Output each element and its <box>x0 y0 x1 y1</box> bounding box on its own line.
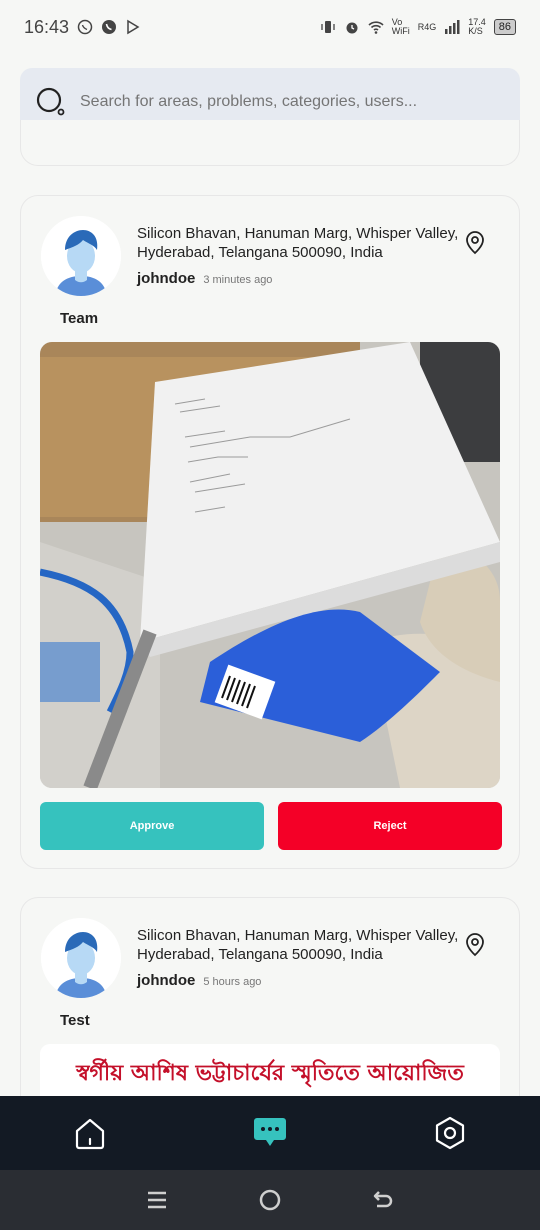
status-bar: 16:43 Vo WiFi R4G 17.4 K/S 86 <box>0 0 540 54</box>
author-row: johndoe 5 hours ago <box>137 972 261 989</box>
nav-chat[interactable] <box>250 1113 290 1153</box>
settings-icon <box>435 1116 465 1150</box>
bottom-nav <box>0 1096 540 1170</box>
chat-icon <box>254 1118 286 1146</box>
alarm-icon <box>346 22 358 34</box>
network-speed: 17.4 K/S <box>468 18 486 36</box>
status-right: Vo WiFi R4G 17.4 K/S 86 <box>320 18 516 36</box>
play-store-icon <box>127 19 140 35</box>
location-pin-icon[interactable] <box>463 230 487 256</box>
recent-apps-icon[interactable] <box>145 1188 169 1212</box>
post-address: Silicon Bhavan, Hanuman Marg, Whisper Va… <box>137 225 459 261</box>
vibrate-icon <box>321 21 335 33</box>
post-time: 5 hours ago <box>203 976 262 988</box>
post-address: Silicon Bhavan, Hanuman Marg, Whisper Va… <box>137 927 459 963</box>
search-icon <box>36 87 65 116</box>
reject-button[interactable]: Reject <box>278 802 502 850</box>
status-left: 16:43 <box>24 17 141 38</box>
whatsapp-icon <box>77 19 93 35</box>
location-pin-icon[interactable] <box>463 932 487 958</box>
back-icon[interactable] <box>371 1188 395 1212</box>
battery-indicator: 86 <box>493 19 516 35</box>
author-row: johndoe 3 minutes ago <box>137 270 272 287</box>
post-author[interactable]: johndoe <box>137 270 195 287</box>
system-nav-bar <box>0 1170 540 1230</box>
user-avatar-icon <box>41 918 121 998</box>
avatar[interactable] <box>41 918 121 998</box>
post-author[interactable]: johndoe <box>137 972 195 989</box>
nav-settings[interactable] <box>430 1113 470 1153</box>
user-avatar-icon <box>41 216 121 296</box>
search-input[interactable] <box>80 93 490 111</box>
wifi-icon <box>368 21 384 34</box>
approve-button[interactable]: Approve <box>40 802 264 850</box>
nav-home[interactable] <box>70 1113 110 1153</box>
post-time: 3 minutes ago <box>203 274 273 286</box>
post-photo[interactable] <box>40 342 500 788</box>
phone-icon <box>102 20 117 34</box>
photo-image <box>40 342 500 788</box>
vowifi-label: Vo WiFi <box>392 18 410 36</box>
status-time: 16:43 <box>24 16 70 37</box>
home-circle-icon[interactable] <box>258 1188 282 1212</box>
signal-label: R4G <box>417 22 437 32</box>
previous-post-card <box>20 120 520 166</box>
home-icon <box>75 1118 105 1150</box>
post-card: Silicon Bhavan, Hanuman Marg, Whisper Va… <box>20 195 520 869</box>
post-category: Team <box>60 310 99 327</box>
avatar[interactable] <box>41 216 121 296</box>
signal-icon <box>445 20 460 34</box>
vowifi-bottom: WiFi <box>391 26 410 36</box>
speed-unit: K/S <box>468 26 483 36</box>
post-category: Test <box>60 1012 90 1029</box>
post-photo[interactable]: স্বর্গীয় আশিষ ভট্টাচার্যের স্মৃতিতে আয়… <box>40 1044 500 1104</box>
